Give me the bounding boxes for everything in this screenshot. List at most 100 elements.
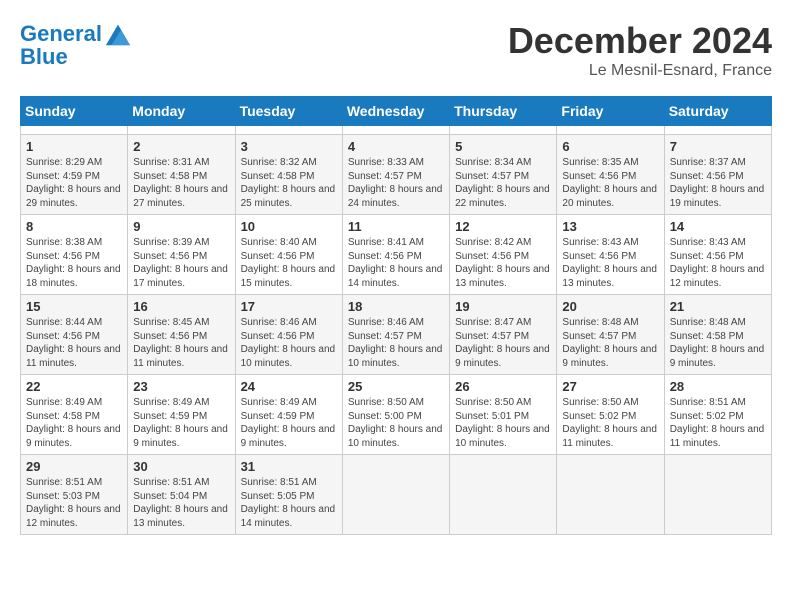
month-title: December 2024 [508,20,772,62]
cell-content: Sunrise: 8:42 AM Sunset: 4:56 PM Dayligh… [455,236,551,290]
calendar-cell: 31 Sunrise: 8:51 AM Sunset: 5:05 PM Dayl… [235,455,342,535]
calendar-cell: 5 Sunrise: 8:34 AM Sunset: 4:57 PM Dayli… [450,135,557,215]
cell-content: Sunrise: 8:50 AM Sunset: 5:01 PM Dayligh… [455,396,551,450]
logo-icon [104,20,132,48]
calendar-cell: 14 Sunrise: 8:43 AM Sunset: 4:56 PM Dayl… [664,215,771,295]
calendar-cell: 12 Sunrise: 8:42 AM Sunset: 4:56 PM Dayl… [450,215,557,295]
calendar-cell [450,455,557,535]
cell-content: Sunrise: 8:44 AM Sunset: 4:56 PM Dayligh… [26,316,122,370]
day-header-friday: Friday [557,97,664,126]
day-number: 11 [348,219,444,234]
calendar-cell: 1 Sunrise: 8:29 AM Sunset: 4:59 PM Dayli… [21,135,128,215]
calendar-week-4: 22 Sunrise: 8:49 AM Sunset: 4:58 PM Dayl… [21,375,772,455]
cell-content: Sunrise: 8:38 AM Sunset: 4:56 PM Dayligh… [26,236,122,290]
cell-content: Sunrise: 8:31 AM Sunset: 4:58 PM Dayligh… [133,156,229,210]
calendar-cell [128,126,235,135]
day-number: 26 [455,379,551,394]
calendar-cell: 27 Sunrise: 8:50 AM Sunset: 5:02 PM Dayl… [557,375,664,455]
day-header-saturday: Saturday [664,97,771,126]
calendar-cell [342,126,449,135]
calendar-cell [557,126,664,135]
cell-content: Sunrise: 8:47 AM Sunset: 4:57 PM Dayligh… [455,316,551,370]
day-number: 24 [241,379,337,394]
cell-content: Sunrise: 8:43 AM Sunset: 4:56 PM Dayligh… [670,236,766,290]
cell-content: Sunrise: 8:40 AM Sunset: 4:56 PM Dayligh… [241,236,337,290]
calendar-cell: 24 Sunrise: 8:49 AM Sunset: 4:59 PM Dayl… [235,375,342,455]
calendar-cell [21,126,128,135]
calendar-cell: 17 Sunrise: 8:46 AM Sunset: 4:56 PM Dayl… [235,295,342,375]
calendar-cell: 25 Sunrise: 8:50 AM Sunset: 5:00 PM Dayl… [342,375,449,455]
day-number: 23 [133,379,229,394]
cell-content: Sunrise: 8:51 AM Sunset: 5:02 PM Dayligh… [670,396,766,450]
cell-content: Sunrise: 8:41 AM Sunset: 4:56 PM Dayligh… [348,236,444,290]
calendar-cell [664,126,771,135]
calendar-cell: 30 Sunrise: 8:51 AM Sunset: 5:04 PM Dayl… [128,455,235,535]
cell-content: Sunrise: 8:51 AM Sunset: 5:03 PM Dayligh… [26,476,122,530]
calendar-cell: 10 Sunrise: 8:40 AM Sunset: 4:56 PM Dayl… [235,215,342,295]
cell-content: Sunrise: 8:46 AM Sunset: 4:56 PM Dayligh… [241,316,337,370]
day-number: 7 [670,139,766,154]
day-number: 27 [562,379,658,394]
cell-content: Sunrise: 8:33 AM Sunset: 4:57 PM Dayligh… [348,156,444,210]
calendar-week-1: 1 Sunrise: 8:29 AM Sunset: 4:59 PM Dayli… [21,135,772,215]
day-number: 22 [26,379,122,394]
calendar-cell: 18 Sunrise: 8:46 AM Sunset: 4:57 PM Dayl… [342,295,449,375]
calendar-cell: 6 Sunrise: 8:35 AM Sunset: 4:56 PM Dayli… [557,135,664,215]
cell-content: Sunrise: 8:49 AM Sunset: 4:59 PM Dayligh… [133,396,229,450]
day-number: 14 [670,219,766,234]
day-number: 25 [348,379,444,394]
cell-content: Sunrise: 8:50 AM Sunset: 5:00 PM Dayligh… [348,396,444,450]
day-number: 18 [348,299,444,314]
location: Le Mesnil-Esnard, France [508,62,772,80]
calendar-cell: 23 Sunrise: 8:49 AM Sunset: 4:59 PM Dayl… [128,375,235,455]
calendar-cell: 2 Sunrise: 8:31 AM Sunset: 4:58 PM Dayli… [128,135,235,215]
calendar-cell: 26 Sunrise: 8:50 AM Sunset: 5:01 PM Dayl… [450,375,557,455]
page-header: General Blue December 2024 Le Mesnil-Esn… [20,20,772,80]
cell-content: Sunrise: 8:45 AM Sunset: 4:56 PM Dayligh… [133,316,229,370]
day-number: 29 [26,459,122,474]
calendar-cell: 11 Sunrise: 8:41 AM Sunset: 4:56 PM Dayl… [342,215,449,295]
cell-content: Sunrise: 8:49 AM Sunset: 4:59 PM Dayligh… [241,396,337,450]
day-header-wednesday: Wednesday [342,97,449,126]
calendar-cell: 22 Sunrise: 8:49 AM Sunset: 4:58 PM Dayl… [21,375,128,455]
day-number: 1 [26,139,122,154]
day-number: 21 [670,299,766,314]
day-number: 8 [26,219,122,234]
cell-content: Sunrise: 8:34 AM Sunset: 4:57 PM Dayligh… [455,156,551,210]
day-number: 20 [562,299,658,314]
day-number: 31 [241,459,337,474]
day-number: 6 [562,139,658,154]
cell-content: Sunrise: 8:43 AM Sunset: 4:56 PM Dayligh… [562,236,658,290]
calendar-week-2: 8 Sunrise: 8:38 AM Sunset: 4:56 PM Dayli… [21,215,772,295]
day-number: 9 [133,219,229,234]
day-number: 16 [133,299,229,314]
calendar-cell [557,455,664,535]
day-header-tuesday: Tuesday [235,97,342,126]
cell-content: Sunrise: 8:32 AM Sunset: 4:58 PM Dayligh… [241,156,337,210]
day-number: 3 [241,139,337,154]
cell-content: Sunrise: 8:49 AM Sunset: 4:58 PM Dayligh… [26,396,122,450]
calendar-week-3: 15 Sunrise: 8:44 AM Sunset: 4:56 PM Dayl… [21,295,772,375]
calendar-week-5: 29 Sunrise: 8:51 AM Sunset: 5:03 PM Dayl… [21,455,772,535]
day-number: 13 [562,219,658,234]
calendar-header-row: SundayMondayTuesdayWednesdayThursdayFrid… [21,97,772,126]
calendar-cell: 21 Sunrise: 8:48 AM Sunset: 4:58 PM Dayl… [664,295,771,375]
calendar-cell: 7 Sunrise: 8:37 AM Sunset: 4:56 PM Dayli… [664,135,771,215]
cell-content: Sunrise: 8:35 AM Sunset: 4:56 PM Dayligh… [562,156,658,210]
calendar-cell: 28 Sunrise: 8:51 AM Sunset: 5:02 PM Dayl… [664,375,771,455]
logo: General Blue [20,20,132,70]
calendar-cell: 3 Sunrise: 8:32 AM Sunset: 4:58 PM Dayli… [235,135,342,215]
calendar-cell [235,126,342,135]
day-number: 10 [241,219,337,234]
day-number: 17 [241,299,337,314]
calendar-cell [342,455,449,535]
day-header-thursday: Thursday [450,97,557,126]
day-header-sunday: Sunday [21,97,128,126]
day-number: 12 [455,219,551,234]
calendar-cell: 8 Sunrise: 8:38 AM Sunset: 4:56 PM Dayli… [21,215,128,295]
calendar-cell: 16 Sunrise: 8:45 AM Sunset: 4:56 PM Dayl… [128,295,235,375]
calendar-table: SundayMondayTuesdayWednesdayThursdayFrid… [20,96,772,535]
cell-content: Sunrise: 8:50 AM Sunset: 5:02 PM Dayligh… [562,396,658,450]
calendar-cell: 20 Sunrise: 8:48 AM Sunset: 4:57 PM Dayl… [557,295,664,375]
calendar-cell: 15 Sunrise: 8:44 AM Sunset: 4:56 PM Dayl… [21,295,128,375]
